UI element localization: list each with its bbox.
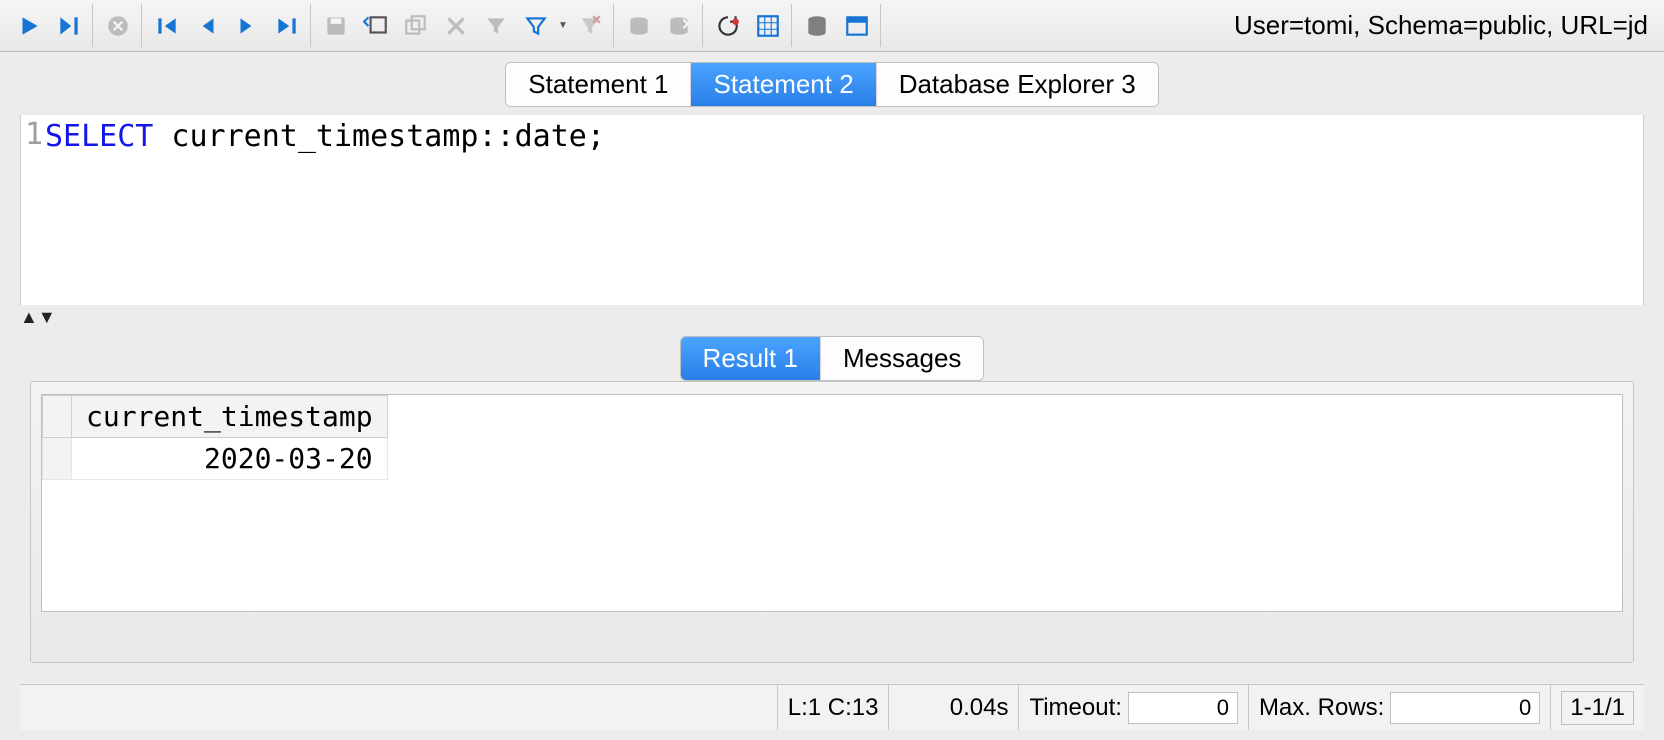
- maxrows-label: Max. Rows:: [1259, 694, 1384, 722]
- delete-row-button: [437, 7, 475, 45]
- result-tab-1[interactable]: Messages: [821, 337, 984, 380]
- result-tabs: Result 1Messages: [0, 330, 1664, 381]
- maxrows-field: Max. Rows: 0: [1248, 685, 1550, 730]
- chevron-down-icon[interactable]: ▼: [557, 20, 569, 31]
- sql-text[interactable]: SELECT current_timestamp::date;: [45, 115, 1643, 305]
- timeout-label: Timeout:: [1029, 694, 1121, 722]
- first-record-button[interactable]: [148, 7, 186, 45]
- editor-tabs: Statement 1Statement 2Database Explorer …: [0, 52, 1664, 107]
- refresh-button[interactable]: [709, 7, 747, 45]
- run-button[interactable]: [10, 7, 48, 45]
- insert-row-button[interactable]: [357, 7, 395, 45]
- elapsed-time: 0.04s: [888, 685, 1018, 730]
- commit-button: [620, 7, 658, 45]
- timeout-field: Timeout: 0: [1018, 685, 1247, 730]
- main-toolbar: ▼ User=tomi, Schema=public, URL=jd: [0, 0, 1664, 52]
- db-explorer-button[interactable]: [798, 7, 836, 45]
- filter-dialog-button[interactable]: [517, 7, 555, 45]
- column-header[interactable]: current_timestamp: [72, 396, 388, 438]
- show-tables-button[interactable]: [838, 7, 876, 45]
- status-message: [20, 685, 777, 730]
- result-panel: current_timestamp2020-03-20: [30, 381, 1634, 663]
- tab-statement-2[interactable]: Statement 2: [691, 63, 876, 106]
- row-range: 1-1/1: [1550, 685, 1644, 730]
- stop-button: [99, 7, 137, 45]
- last-record-button[interactable]: [268, 7, 306, 45]
- copy-row-button: [397, 7, 435, 45]
- maxrows-input[interactable]: 0: [1390, 692, 1540, 724]
- timeout-input[interactable]: 0: [1128, 692, 1238, 724]
- rollback-button: [660, 7, 698, 45]
- table-row[interactable]: 2020-03-20: [43, 438, 388, 480]
- tab-statement-3[interactable]: Database Explorer 3: [877, 63, 1158, 106]
- connection-info: User=tomi, Schema=public, URL=jd: [1224, 10, 1658, 41]
- save-button: [317, 7, 355, 45]
- status-bar: L:1 C:13 0.04s Timeout: 0 Max. Rows: 0 1…: [20, 684, 1644, 730]
- row-selector[interactable]: [43, 438, 72, 480]
- grid-options-button[interactable]: [749, 7, 787, 45]
- prev-record-button[interactable]: [188, 7, 226, 45]
- result-grid[interactable]: current_timestamp2020-03-20: [41, 394, 1623, 612]
- splitter-handle[interactable]: ▲▼: [20, 305, 1644, 330]
- tab-statement-1[interactable]: Statement 1: [506, 63, 691, 106]
- line-gutter: 1: [21, 115, 45, 305]
- sql-editor[interactable]: 1 SELECT current_timestamp::date;: [20, 115, 1644, 305]
- run-to-cursor-button[interactable]: [50, 7, 88, 45]
- next-record-button[interactable]: [228, 7, 266, 45]
- cell[interactable]: 2020-03-20: [72, 438, 388, 480]
- clear-filter-button: [571, 7, 609, 45]
- result-tab-0[interactable]: Result 1: [681, 337, 821, 380]
- filter-button: [477, 7, 515, 45]
- row-selector-header[interactable]: [43, 396, 72, 438]
- cursor-position: L:1 C:13: [777, 685, 889, 730]
